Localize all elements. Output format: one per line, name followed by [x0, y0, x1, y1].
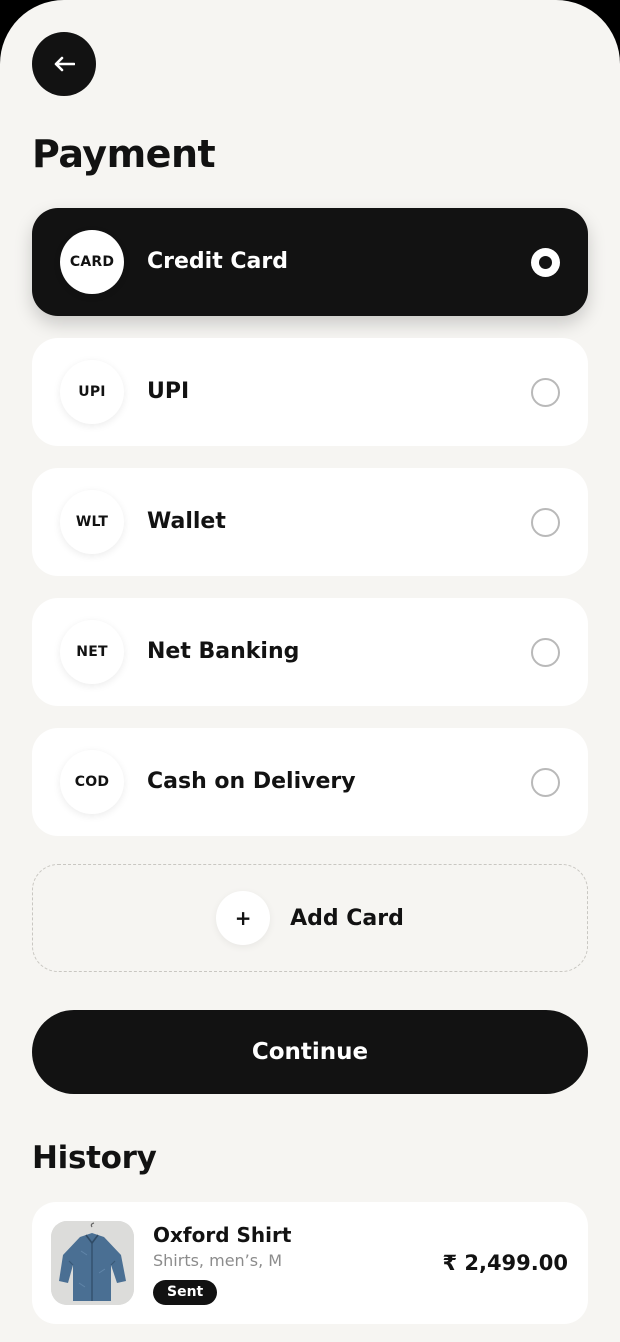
payment-option-label: Credit Card — [147, 249, 288, 274]
payment-option-credit-card[interactable]: CARD Credit Card — [32, 208, 588, 316]
radio-unselected[interactable] — [531, 638, 560, 667]
payment-option-label: Wallet — [147, 509, 226, 534]
back-button[interactable] — [32, 32, 96, 96]
payment-option-wallet[interactable]: WLT Wallet — [32, 468, 588, 576]
add-card-button[interactable]: + Add Card — [32, 864, 588, 972]
payment-method-list: CARD Credit Card UPI UPI WLT Wallet NET … — [32, 208, 588, 858]
payment-option-net-banking[interactable]: NET Net Banking — [32, 598, 588, 706]
payment-option-label: UPI — [147, 379, 190, 404]
product-name: Oxford Shirt — [153, 1223, 292, 1247]
add-card-label: Add Card — [290, 905, 404, 931]
product-thumbnail — [51, 1221, 134, 1305]
radio-unselected[interactable] — [531, 378, 560, 407]
arrow-left-icon — [54, 56, 75, 72]
payment-option-upi[interactable]: UPI UPI — [32, 338, 588, 446]
radio-unselected[interactable] — [531, 508, 560, 537]
shirt-image — [51, 1221, 134, 1305]
continue-button[interactable]: Continue — [32, 1010, 588, 1094]
plus-icon: + — [216, 891, 271, 945]
page-title: Payment — [32, 132, 216, 176]
payment-option-label: Cash on Delivery — [147, 769, 356, 794]
history-item[interactable]: Oxford Shirt Shirts, men’s, M Sent ₹ 2,4… — [32, 1202, 588, 1324]
upi-badge: UPI — [60, 360, 124, 424]
product-price: ₹ 2,499.00 — [442, 1251, 568, 1275]
status-badge: Sent — [153, 1280, 218, 1305]
radio-unselected[interactable] — [531, 768, 560, 797]
wallet-badge: WLT — [60, 490, 124, 554]
payment-option-label: Net Banking — [147, 639, 300, 664]
net-banking-badge: NET — [60, 620, 124, 684]
cod-badge: COD — [60, 750, 124, 814]
history-title: History — [32, 1140, 157, 1176]
payment-screen: Payment CARD Credit Card UPI UPI WLT Wal… — [0, 0, 620, 1342]
radio-selected[interactable] — [531, 248, 560, 277]
product-meta: Shirts, men’s, M — [153, 1251, 283, 1270]
payment-option-cash-on-delivery[interactable]: COD Cash on Delivery — [32, 728, 588, 836]
card-badge: CARD — [60, 230, 124, 294]
